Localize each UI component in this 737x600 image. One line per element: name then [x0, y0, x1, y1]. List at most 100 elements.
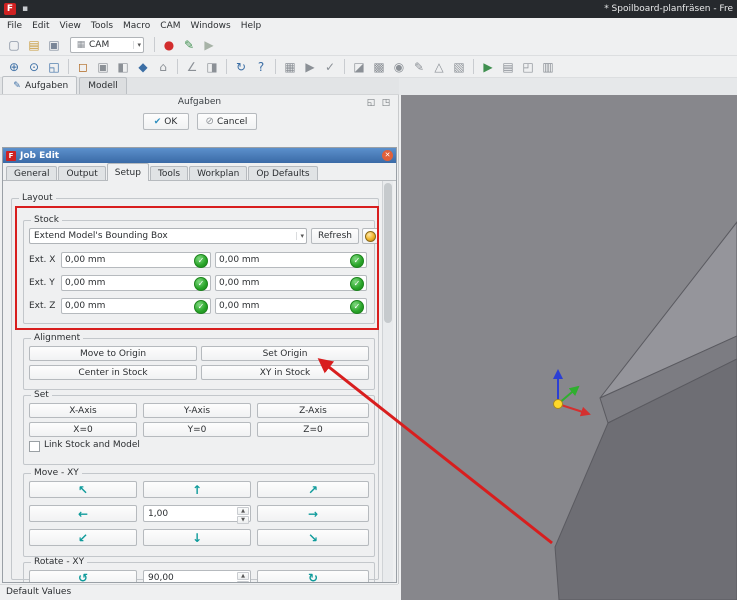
move-up-right-button[interactable]: ↗: [257, 481, 369, 498]
tab-general[interactable]: General: [6, 166, 57, 181]
set-origin-button[interactable]: Set Origin: [201, 346, 369, 361]
simulator-icon[interactable]: ▶: [479, 58, 497, 76]
zoom-box-icon[interactable]: ◱: [45, 58, 63, 76]
move-right-button[interactable]: →: [257, 505, 369, 522]
toolbit-library-icon[interactable]: ▤: [499, 58, 517, 76]
isometric-view-icon[interactable]: ◆: [134, 58, 152, 76]
spin-down-icon[interactable]: ▼: [237, 581, 249, 583]
tool-controller-icon[interactable]: ◰: [519, 58, 537, 76]
ext-y-neg-input[interactable]: 0,00 mm ✓: [61, 275, 211, 291]
dialog-tab-bar: General Output Setup Tools Workplan Op D…: [6, 163, 319, 181]
tab-tools[interactable]: Tools: [150, 166, 188, 181]
drill-op-icon[interactable]: ◉: [390, 58, 408, 76]
check-gcode-icon[interactable]: ✓: [321, 58, 339, 76]
ext-x-neg-input[interactable]: 0,00 mm ✓: [61, 252, 211, 268]
move-down-right-button[interactable]: ↘: [257, 529, 369, 546]
pocket-op-icon[interactable]: ▩: [370, 58, 388, 76]
ext-y-pos-input[interactable]: 0,00 mm ✓: [215, 275, 367, 291]
dialog-titlebar[interactable]: F Job Edit ✕: [3, 148, 396, 163]
link-stock-model-checkbox[interactable]: [29, 441, 40, 452]
save-document-icon[interactable]: ▣: [45, 36, 63, 54]
ext-x-pos-input[interactable]: 0,00 mm ✓: [215, 252, 367, 268]
cancel-slash-icon: ⊘: [206, 116, 214, 127]
ok-button[interactable]: ✔ OK: [143, 113, 189, 130]
macro-play-icon[interactable]: ▶: [200, 36, 218, 54]
menu-view[interactable]: View: [55, 18, 86, 34]
y-zero-button[interactable]: Y=0: [143, 422, 251, 437]
zoom-in-icon[interactable]: ⊕: [5, 58, 23, 76]
menu-edit[interactable]: Edit: [27, 18, 54, 34]
whats-this-icon[interactable]: ?: [252, 58, 270, 76]
stock-color-button[interactable]: [362, 228, 379, 244]
move-left-button[interactable]: ←: [29, 505, 137, 522]
tab-setup[interactable]: Setup: [107, 163, 149, 181]
open-document-icon[interactable]: ▤: [25, 36, 43, 54]
x-zero-button[interactable]: X=0: [29, 422, 137, 437]
tab-workplan[interactable]: Workplan: [189, 166, 247, 181]
set-z-axis-button[interactable]: Z-Axis: [257, 403, 369, 418]
float-panel-icon[interactable]: ◱: [365, 97, 377, 109]
zoom-region-icon[interactable]: ⊙: [25, 58, 43, 76]
macro-edit-icon[interactable]: ✎: [180, 36, 198, 54]
tab-output[interactable]: Output: [58, 166, 105, 181]
ext-z-neg-input[interactable]: 0,00 mm ✓: [61, 298, 211, 314]
3d-viewport[interactable]: [401, 95, 737, 600]
ext-z-neg-value: 0,00 mm: [65, 301, 105, 311]
menu-tools[interactable]: Tools: [86, 18, 118, 34]
spin-up-icon[interactable]: ▲: [237, 507, 249, 515]
move-up-button[interactable]: ↑: [143, 481, 251, 498]
ok-check-icon: ✔: [154, 117, 162, 127]
fit-all-icon[interactable]: ◻: [74, 58, 92, 76]
workbench-selector[interactable]: ▦ CAM ▾: [70, 37, 144, 53]
spin-up-icon[interactable]: ▲: [237, 572, 249, 580]
post-process-icon[interactable]: ▶: [301, 58, 319, 76]
menu-help[interactable]: Help: [236, 18, 267, 34]
move-step-input[interactable]: 1,00 ▲ ▼: [143, 505, 251, 522]
set-x-axis-button[interactable]: X-Axis: [29, 403, 137, 418]
home-view-icon[interactable]: ⌂: [154, 58, 172, 76]
arrow-up-icon: ↑: [192, 483, 202, 497]
tab-tasks[interactable]: ✎ Aufgaben: [2, 76, 77, 94]
adaptive-op-icon[interactable]: △: [430, 58, 448, 76]
stock-preset-select[interactable]: Extend Model's Bounding Box ▾: [29, 228, 307, 244]
macro-record-icon[interactable]: ●: [160, 36, 178, 54]
new-document-icon[interactable]: ▢: [5, 36, 23, 54]
fit-selection-icon[interactable]: ▣: [94, 58, 112, 76]
move-to-origin-button[interactable]: Move to Origin: [29, 346, 197, 361]
chevron-down-icon: ▾: [296, 232, 304, 240]
move-down-button[interactable]: ↓: [143, 529, 251, 546]
xy-in-stock-button[interactable]: XY in Stock: [201, 365, 369, 380]
dialog-scrollbar[interactable]: [382, 181, 393, 583]
move-down-left-button[interactable]: ↙: [29, 529, 137, 546]
clip-plane-icon[interactable]: ◨: [203, 58, 221, 76]
menu-file[interactable]: File: [2, 18, 27, 34]
rotate-angle-input[interactable]: 90,00 ▲ ▼: [143, 570, 251, 583]
tab-model[interactable]: Modell: [79, 77, 127, 94]
measure-icon[interactable]: ∠: [183, 58, 201, 76]
surface-op-icon[interactable]: ▧: [450, 58, 468, 76]
ext-z-pos-input[interactable]: 0,00 mm ✓: [215, 298, 367, 314]
arrow-right-icon: →: [308, 507, 318, 521]
move-up-left-button[interactable]: ↖: [29, 481, 137, 498]
cam-job-icon[interactable]: ▦: [281, 58, 299, 76]
tab-op-defaults[interactable]: Op Defaults: [248, 166, 317, 181]
undock-panel-icon[interactable]: ◳: [380, 97, 392, 109]
cancel-button[interactable]: ⊘ Cancel: [197, 113, 257, 130]
scrollbar-thumb[interactable]: [384, 183, 392, 323]
draw-style-icon[interactable]: ◧: [114, 58, 132, 76]
inspect-icon[interactable]: ▥: [539, 58, 557, 76]
profile-op-icon[interactable]: ◪: [350, 58, 368, 76]
menu-macro[interactable]: Macro: [118, 18, 155, 34]
set-y-axis-button[interactable]: Y-Axis: [143, 403, 251, 418]
rotate-ccw-button[interactable]: ↺: [29, 570, 137, 583]
dialog-close-icon[interactable]: ✕: [382, 150, 393, 161]
engrave-op-icon[interactable]: ✎: [410, 58, 428, 76]
menu-cam[interactable]: CAM: [155, 18, 185, 34]
menu-windows[interactable]: Windows: [186, 18, 236, 34]
refresh-stock-button[interactable]: Refresh: [311, 228, 359, 244]
spin-down-icon[interactable]: ▼: [237, 516, 249, 524]
rotate-cw-button[interactable]: ↻: [257, 570, 369, 583]
center-in-stock-button[interactable]: Center in Stock: [29, 365, 197, 380]
refresh-icon[interactable]: ↻: [232, 58, 250, 76]
z-zero-button[interactable]: Z=0: [257, 422, 369, 437]
